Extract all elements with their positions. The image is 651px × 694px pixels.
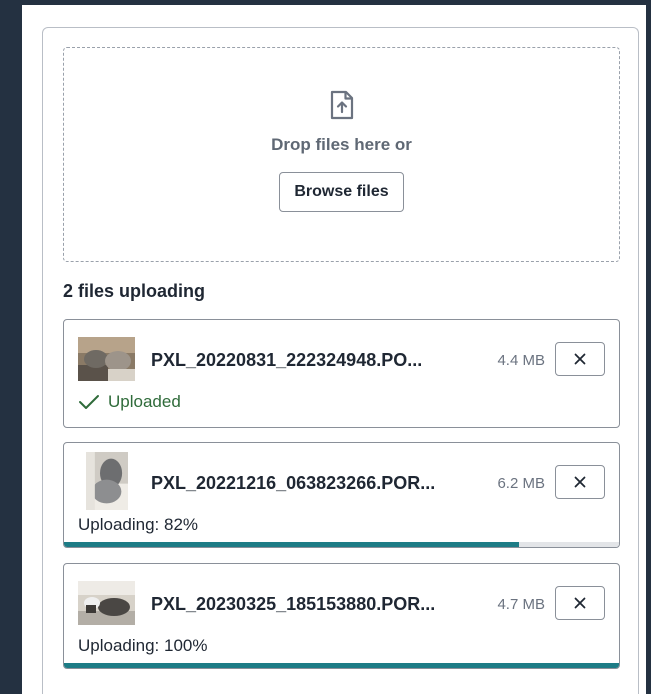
close-icon (574, 353, 586, 365)
file-size: 4.7 MB (497, 596, 545, 613)
progress-bar (64, 663, 619, 668)
left-sidebar-strip (0, 0, 22, 694)
progress-bar (64, 542, 619, 547)
right-edge-strip (646, 0, 651, 694)
remove-file-button[interactable] (555, 586, 605, 620)
upload-status: Uploading: 82% (78, 515, 199, 534)
file-thumbnail (78, 581, 135, 625)
file-item: PXL_20220831_222324948.PO... 4.4 MB Uplo… (63, 319, 620, 428)
checkmark-icon (79, 395, 99, 409)
file-item: PXL_20221216_063823266.POR... 6.2 MB Upl… (63, 442, 620, 548)
upload-panel: Drop files here or Browse files 2 files … (42, 27, 639, 694)
browse-files-button[interactable]: Browse files (279, 172, 404, 212)
top-bar (0, 0, 651, 5)
remove-file-button[interactable] (555, 465, 605, 499)
progress-bar-fill (64, 663, 619, 668)
file-name: PXL_20221216_063823266.POR... (151, 473, 436, 493)
file-size: 4.4 MB (497, 352, 545, 369)
dropzone[interactable]: Drop files here or Browse files (63, 47, 620, 262)
upload-status: Uploading: 100% (78, 636, 208, 655)
file-item: PXL_20230325_185153880.POR... 4.7 MB Upl… (63, 563, 620, 669)
file-name: PXL_20220831_222324948.PO... (151, 350, 423, 370)
file-thumbnail (78, 337, 135, 381)
file-size: 6.2 MB (497, 475, 545, 492)
upload-status-label: Uploaded (108, 392, 181, 411)
file-upload-icon (330, 90, 353, 120)
progress-bar-fill (64, 542, 520, 547)
file-name: PXL_20230325_185153880.POR... (151, 594, 436, 614)
close-icon (574, 476, 586, 488)
remove-file-button[interactable] (555, 342, 605, 376)
close-icon (574, 597, 586, 609)
dropzone-prompt: Drop files here or (271, 135, 412, 154)
file-thumbnail (86, 452, 128, 510)
uploads-heading: 2 files uploading (63, 281, 206, 301)
upload-status: Uploaded (78, 392, 181, 412)
